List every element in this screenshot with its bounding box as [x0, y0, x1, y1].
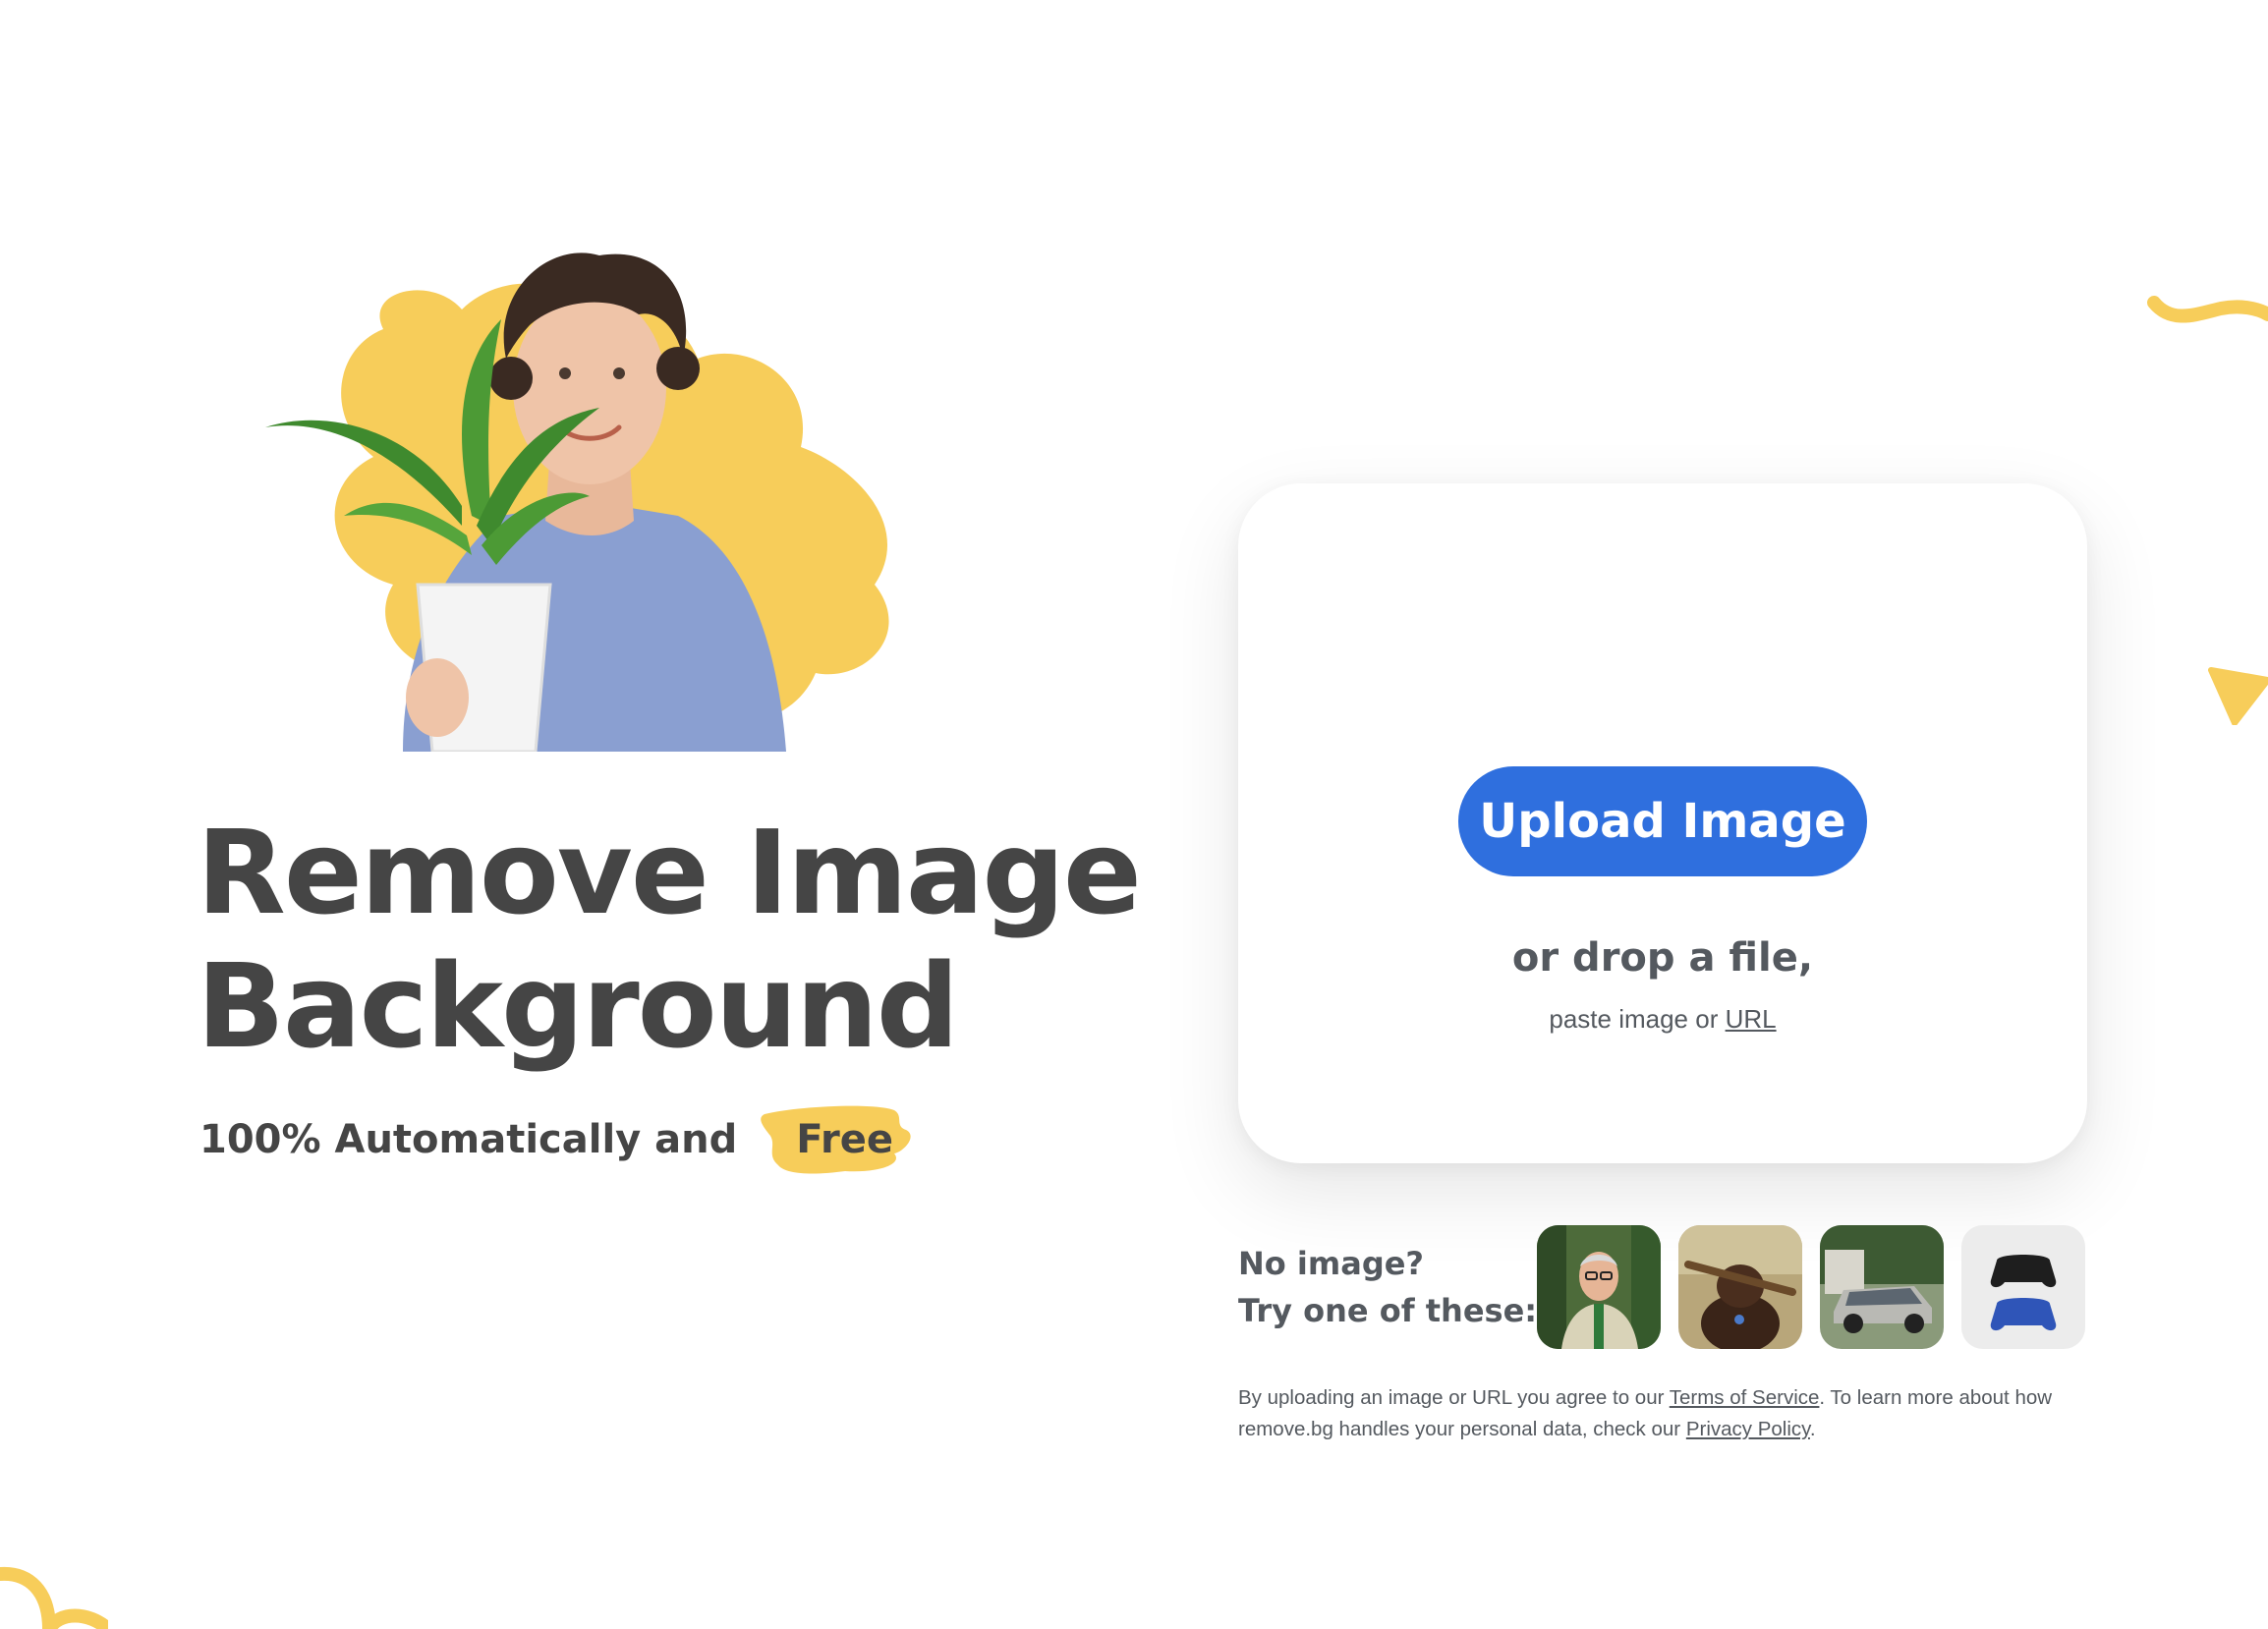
triangle-decoration [2208, 667, 2268, 725]
legal-notice: By uploading an image or URL you agree t… [1238, 1382, 2103, 1445]
hero-title-line1: Remove Image [197, 805, 1142, 940]
hero-person-illustration [265, 253, 889, 752]
hero-subtitle: 100% Automatically and Free [199, 1105, 923, 1174]
sample-thumb-man[interactable] [1537, 1225, 1661, 1349]
hero-title-line2: Background [197, 938, 959, 1074]
sample-label-line2: Try one of these: [1238, 1292, 1538, 1329]
url-link[interactable]: URL [1726, 1004, 1777, 1034]
upload-dropzone[interactable]: Upload Image or drop a file, paste image… [1238, 483, 2087, 1163]
free-highlight: Free [761, 1105, 923, 1174]
sample-thumb-car[interactable] [1820, 1225, 1944, 1349]
squiggle-decoration [2147, 296, 2268, 323]
sample-images-label: No image? Try one of these: [1238, 1240, 1537, 1334]
drop-file-text: or drop a file, [1511, 935, 1814, 981]
page: Remove Image Background 100% Automatical… [0, 0, 2268, 1629]
upload-image-button[interactable]: Upload Image [1458, 766, 1867, 876]
arc-decoration [0, 1566, 108, 1629]
sample-label-line1: No image? [1238, 1245, 1424, 1282]
sample-thumbnails [1537, 1225, 2085, 1349]
hero-title: Remove Image Background [197, 806, 1179, 1073]
sample-thumb-gamepads[interactable] [1961, 1225, 2085, 1349]
legal-text-3: . [1809, 1418, 1816, 1440]
legal-text-1: By uploading an image or URL you agree t… [1238, 1386, 1670, 1409]
privacy-policy-link[interactable]: Privacy Policy [1686, 1418, 1810, 1440]
terms-of-service-link[interactable]: Terms of Service [1670, 1386, 1820, 1409]
free-text: Free [796, 1117, 894, 1162]
paste-hint: paste image or URL [1238, 1004, 2087, 1035]
paste-hint-text: paste image or [1549, 1004, 1726, 1034]
sample-thumb-dog[interactable] [1678, 1225, 1802, 1349]
hero-subtitle-text: 100% Automatically and [199, 1117, 738, 1162]
